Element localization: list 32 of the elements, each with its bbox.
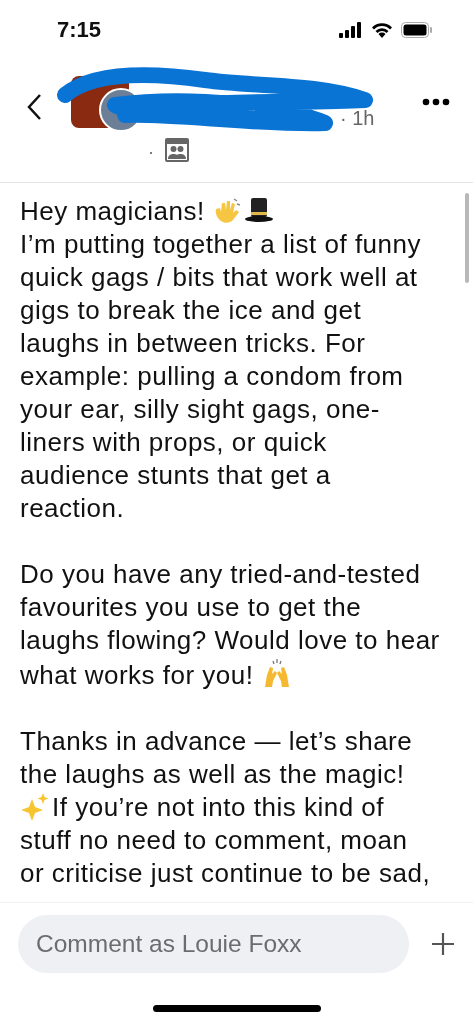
sparkles-icon [20,791,50,821]
post-text: gigs to break the ice and get [20,295,362,325]
wifi-icon [371,22,393,38]
post-text: your ear, silly sight gags, one- [20,394,380,424]
post-text: laughs in between tricks. For [20,328,366,358]
separator-dot: · [148,142,154,163]
top-hat-icon [244,195,275,225]
comment-field[interactable]: Comment as Louie Foxx [18,915,409,973]
back-icon[interactable] [26,93,42,121]
post-text: what works for you! [20,660,255,690]
post-text: Hey magicians! [20,196,206,226]
post-text: Thanks in advance — let’s share [20,726,413,756]
post-text: audience stunts that get a [20,460,331,490]
post-text: I’m putting together a list of funny [20,229,421,259]
post-text: laughs flowing? Would love to hear [20,625,440,655]
post-text: Do you have any tried-and-tested [20,559,421,589]
post-text: quick gags / bits that work well at [20,262,418,292]
post-time: · 1h [340,107,375,130]
post-text: or criticise just continue to be sad, [20,858,431,888]
post-text: liners with props, or quick [20,427,327,457]
group-icon [165,138,189,162]
post-text: reaction. [20,493,125,523]
post-text: stuff no need to comment, moan [20,825,408,855]
post-text: If you’re not into this kind of [52,792,384,822]
post-text: favourites you use to get the [20,592,362,622]
signal-icon [339,22,363,38]
plus-icon[interactable] [431,932,455,956]
post-text: example: pulling a condom from [20,361,404,391]
status-time: 7:15 [57,17,102,43]
more-icon[interactable] [422,98,450,106]
battery-icon [401,22,433,38]
post-text: the laughs as well as the magic! [20,759,405,789]
